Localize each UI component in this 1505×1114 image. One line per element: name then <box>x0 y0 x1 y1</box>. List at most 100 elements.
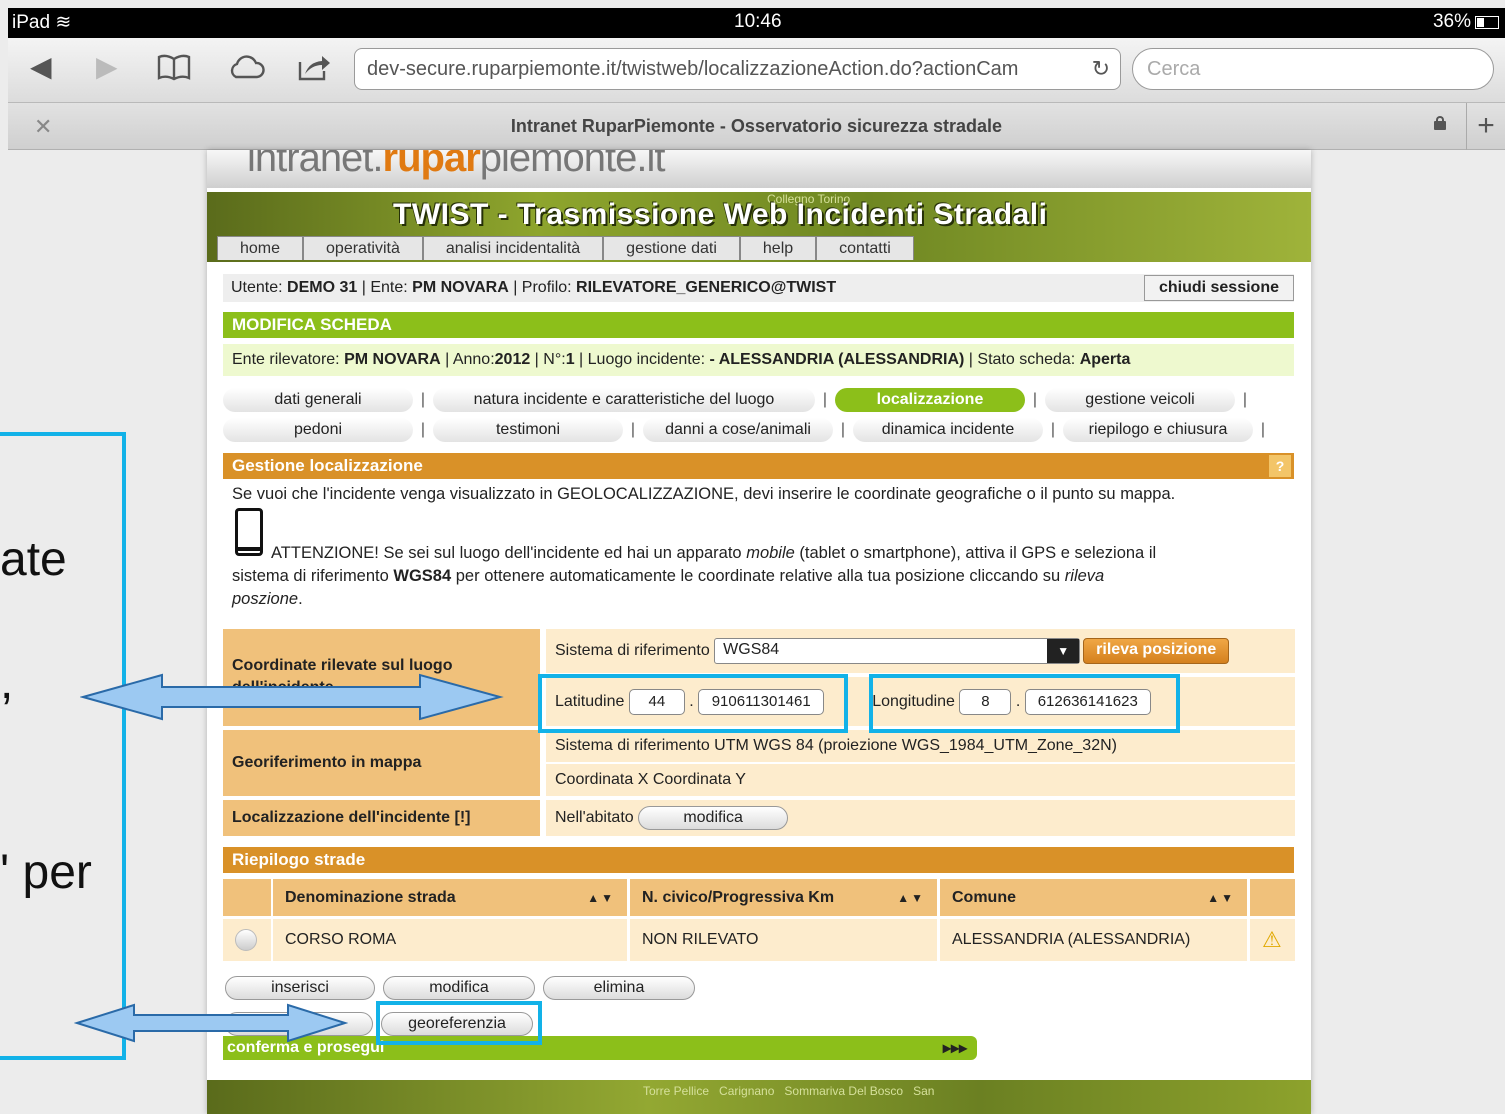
main-nav: home operatività analisi incidentalità g… <box>217 236 914 260</box>
logout-button[interactable]: chiudi sessione <box>1143 275 1294 301</box>
double-arrow-georeferenzia <box>74 1003 348 1043</box>
rileva-posizione-button[interactable]: rileva posizione <box>1083 638 1230 664</box>
nav-help[interactable]: help <box>739 236 817 260</box>
label: Ente: <box>370 279 408 296</box>
section-title-strade: Riepilogo strade <box>223 847 1294 873</box>
sort-icon[interactable]: ▲▼ <box>1207 891 1235 905</box>
tab-separator: | <box>420 421 426 438</box>
lock-icon <box>1434 116 1446 130</box>
highlight-georeferenzia <box>376 1001 542 1045</box>
nav-gestione-dati[interactable]: gestione dati <box>603 236 740 260</box>
twist-banner: Collegno Torino TWIST - Trasmissione Web… <box>207 192 1311 262</box>
label: Anno: <box>452 351 495 368</box>
battery-icon <box>1475 15 1499 29</box>
form-tabs-row-2: pedoni | testimoni | danni a cose/animal… <box>223 417 1273 443</box>
text: . <box>298 590 303 608</box>
col-title: N. civico/Progressiva Km <box>642 888 835 906</box>
nav-contatti[interactable]: contatti <box>816 236 914 260</box>
status-bar: iPad ≋ 10:46 36% <box>8 8 1505 38</box>
nav-home[interactable]: home <box>217 236 304 260</box>
value: - ALESSANDRIA (ALESSANDRIA) <box>709 351 965 368</box>
tab-separator: | <box>1260 421 1266 438</box>
cell-strada: CORSO ROMA <box>273 919 627 961</box>
url-text: dev-secure.ruparpiemonte.it/twistweb/loc… <box>367 58 1019 80</box>
tab-separator: | <box>840 421 846 438</box>
value: 2012 <box>494 351 531 368</box>
nav-analisi[interactable]: analisi incidentalità <box>422 236 604 260</box>
inserisci-button[interactable]: inserisci <box>225 976 375 1000</box>
table-row-select <box>223 919 271 961</box>
tab-localizzazione[interactable]: localizzazione <box>835 388 1025 412</box>
tab-separator: | <box>420 391 426 408</box>
footer-map-labels: Torre Pellice Carignano Sommariva Del Bo… <box>643 1084 935 1098</box>
sistema-value: WGS84 <box>723 641 780 658</box>
col-title: Denominazione strada <box>285 888 456 906</box>
browser-tab-bar: ✕ Intranet RuparPiemonte - Osservatorio … <box>8 102 1505 150</box>
label: Ente rilevatore: <box>232 351 340 368</box>
reload-icon[interactable]: ↻ <box>1092 56 1110 82</box>
text: per ottenere automaticamente le coordina… <box>451 567 1065 585</box>
sort-icon[interactable]: ▲▼ <box>897 891 925 905</box>
battery-percent: 36% <box>1432 11 1471 32</box>
tab-danni[interactable]: danni a cose/animali <box>643 418 833 442</box>
logo-brand: rupar <box>382 150 481 180</box>
tab-testimoni[interactable]: testimoni <box>433 418 623 442</box>
row-radio[interactable] <box>235 929 257 951</box>
loc-warning: ATTENZIONE! Se sei sul luogo dell'incide… <box>232 542 1292 611</box>
highlight-longitude <box>869 674 1180 733</box>
logo-part: piemonte.it <box>479 150 666 180</box>
new-tab-icon[interactable]: + <box>1466 103 1505 150</box>
bookmarks-icon[interactable] <box>156 52 192 88</box>
cell-comune: ALESSANDRIA (ALESSANDRIA) <box>940 919 1247 961</box>
clock: 10:46 <box>734 11 782 32</box>
search-field[interactable]: Cerca <box>1132 48 1494 90</box>
table-header-select <box>223 879 271 916</box>
label: Stato scheda: <box>977 351 1076 368</box>
double-arrow-latlon <box>80 673 504 721</box>
xy-text: Coordinata X Coordinata Y <box>546 764 1295 796</box>
cell-civico: NON RILEVATO <box>630 919 937 961</box>
icloud-tabs-icon[interactable] <box>226 52 266 88</box>
col-header-strada[interactable]: Denominazione strada ▲▼ <box>273 879 627 916</box>
text: WGS84 <box>393 567 452 585</box>
modifica-strada-button[interactable]: modifica <box>383 976 535 1000</box>
user-name: DEMO 31 <box>287 279 358 296</box>
sistema-row: Sistema di riferimento WGS84 ▼ rileva pos… <box>546 629 1295 673</box>
tab-dati-generali[interactable]: dati generali <box>223 388 413 412</box>
tab-title[interactable]: Intranet RuparPiemonte - Osservatorio si… <box>8 116 1505 137</box>
tab-pedoni[interactable]: pedoni <box>223 418 413 442</box>
callout-text-3: ' per <box>0 846 92 899</box>
callout-panel <box>0 432 126 1060</box>
help-icon[interactable]: ? <box>1269 455 1291 477</box>
user-profile: RILEVATORE_GENERICO@TWIST <box>576 279 837 296</box>
text: sistema di riferimento <box>232 567 394 585</box>
forward-icon[interactable]: ▶ <box>96 52 118 82</box>
label: Profilo: <box>521 279 572 296</box>
sort-icon[interactable]: ▲▼ <box>587 891 615 905</box>
browser-toolbar: ◀ ▶ dev-secure.ruparpiemonte.it/twistweb… <box>8 38 1505 102</box>
share-icon[interactable] <box>296 52 332 88</box>
chevron-down-icon: ▼ <box>1047 639 1080 663</box>
tab-separator: | <box>1050 421 1056 438</box>
tab-dinamica[interactable]: dinamica incidente <box>853 418 1043 442</box>
col-header-civico[interactable]: N. civico/Progressiva Km ▲▼ <box>630 879 937 916</box>
value: Aperta <box>1079 351 1131 368</box>
geo-label: Georiferimento in mappa <box>223 730 540 796</box>
web-page: intranet.ruparpiemonte.it Collegno Torin… <box>207 150 1311 1114</box>
nav-operativita[interactable]: operatività <box>303 236 423 260</box>
text: poszione <box>232 590 299 608</box>
loc-intro: Se vuoi che l'incidente venga visualizza… <box>232 485 1176 503</box>
tab-riepilogo[interactable]: riepilogo e chiusura <box>1063 418 1253 442</box>
tab-gestione-veicoli[interactable]: gestione veicoli <box>1045 388 1235 412</box>
callout-text-2: , <box>0 656 14 709</box>
modifica-abitato-button[interactable]: modifica <box>638 806 789 830</box>
tab-natura-incidente[interactable]: natura incidente e caratteristiche del l… <box>433 388 815 412</box>
value: 1 <box>565 351 575 368</box>
elimina-button[interactable]: elimina <box>543 976 695 1000</box>
arrows-icon: ▸▸▸ <box>942 1040 967 1057</box>
tab-separator: | <box>1032 391 1038 408</box>
col-header-comune[interactable]: Comune ▲▼ <box>940 879 1247 916</box>
address-bar[interactable]: dev-secure.ruparpiemonte.it/twistweb/loc… <box>354 48 1121 90</box>
sistema-select[interactable]: WGS84 ▼ <box>714 638 1081 664</box>
back-icon[interactable]: ◀ <box>30 52 52 82</box>
